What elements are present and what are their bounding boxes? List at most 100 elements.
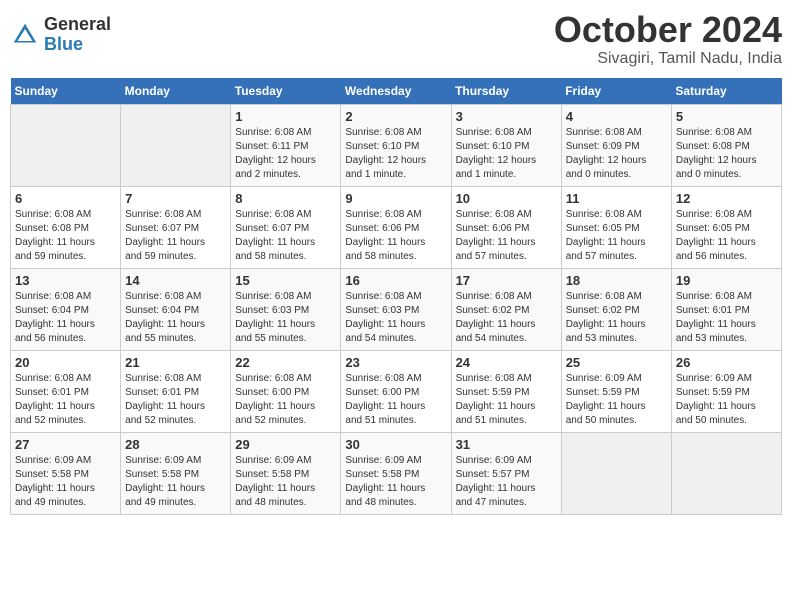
day-info: Sunrise: 6:08 AM Sunset: 6:06 PM Dayligh… (345, 208, 446, 264)
calendar-cell: 9Sunrise: 6:08 AM Sunset: 6:06 PM Daylig… (341, 186, 451, 268)
day-number: 7 (125, 191, 226, 206)
logo: General Blue (10, 15, 111, 55)
header-row: Sunday Monday Tuesday Wednesday Thursday… (11, 78, 782, 105)
day-info: Sunrise: 6:08 AM Sunset: 6:01 PM Dayligh… (125, 372, 226, 428)
day-info: Sunrise: 6:08 AM Sunset: 6:10 PM Dayligh… (345, 126, 446, 182)
calendar-cell: 25Sunrise: 6:09 AM Sunset: 5:59 PM Dayli… (561, 350, 671, 432)
calendar-week: 13 Sunrise: 6:08 AM Sunset: 6:04 PM Dayli… (11, 268, 782, 350)
location: Sivagiri, Tamil Nadu, India (554, 50, 782, 68)
header-wednesday: Wednesday (341, 78, 451, 105)
calendar-cell (11, 104, 121, 186)
day-number: 26 (676, 355, 777, 370)
day-info: Sunrise: 6:08 AM Sunset: 6:04 PM Dayligh… (125, 290, 226, 346)
calendar-cell: 26 Sunrise: 6:09 AM Sunset: 5:59 PM Dayli… (671, 350, 781, 432)
header-sunday: Sunday (11, 78, 121, 105)
calendar-week: 6 Sunrise: 6:08 AM Sunset: 6:08 PM Daylig… (11, 186, 782, 268)
day-info: Sunrise: 6:08 AM Sunset: 6:03 PM Dayligh… (345, 290, 446, 346)
calendar-header: Sunday Monday Tuesday Wednesday Thursday… (11, 78, 782, 105)
day-info: Sunrise: 6:08 AM Sunset: 6:07 PM Dayligh… (235, 208, 336, 264)
day-number: 29 (235, 437, 336, 452)
calendar-cell: 23 Sunrise: 6:08 AM Sunset: 6:00 PM Dayli… (341, 350, 451, 432)
day-info: Sunrise: 6:08 AM Sunset: 6:00 PM Dayligh… (345, 372, 446, 428)
day-info: Sunrise: 6:08 AM Sunset: 6:08 PM Dayligh… (676, 126, 777, 182)
day-info: Sunrise: 6:08 AM Sunset: 6:05 PM Dayligh… (676, 208, 777, 264)
day-number: 13 (15, 273, 116, 288)
page-header: General Blue October 2024 Sivagiri, Tami… (10, 10, 782, 68)
calendar-cell: 1Sunrise: 6:08 AM Sunset: 6:11 PM Daylig… (231, 104, 341, 186)
day-number: 28 (125, 437, 226, 452)
day-number: 30 (345, 437, 446, 452)
day-number: 2 (345, 109, 446, 124)
day-info: Sunrise: 6:09 AM Sunset: 5:58 PM Dayligh… (235, 454, 336, 510)
logo-general: General (44, 15, 111, 35)
day-info: Sunrise: 6:09 AM Sunset: 5:58 PM Dayligh… (125, 454, 226, 510)
day-number: 27 (15, 437, 116, 452)
day-number: 4 (566, 109, 667, 124)
calendar-cell: 17Sunrise: 6:08 AM Sunset: 6:02 PM Dayli… (451, 268, 561, 350)
day-info: Sunrise: 6:08 AM Sunset: 6:10 PM Dayligh… (456, 126, 557, 182)
day-number: 8 (235, 191, 336, 206)
calendar-cell: 2 Sunrise: 6:08 AM Sunset: 6:10 PM Daylig… (341, 104, 451, 186)
day-number: 17 (456, 273, 557, 288)
day-number: 16 (345, 273, 446, 288)
day-number: 18 (566, 273, 667, 288)
day-info: Sunrise: 6:08 AM Sunset: 6:11 PM Dayligh… (235, 126, 336, 182)
header-tuesday: Tuesday (231, 78, 341, 105)
calendar-cell: 28 Sunrise: 6:09 AM Sunset: 5:58 PM Dayli… (121, 432, 231, 514)
calendar-table: Sunday Monday Tuesday Wednesday Thursday… (10, 78, 782, 515)
day-info: Sunrise: 6:08 AM Sunset: 6:01 PM Dayligh… (15, 372, 116, 428)
calendar-cell (671, 432, 781, 514)
day-info: Sunrise: 6:08 AM Sunset: 6:08 PM Dayligh… (15, 208, 116, 264)
calendar-cell: 24 Sunrise: 6:08 AM Sunset: 5:59 PM Dayli… (451, 350, 561, 432)
logo-icon (10, 20, 40, 50)
day-number: 21 (125, 355, 226, 370)
calendar-cell: 30 Sunrise: 6:09 AM Sunset: 5:58 PM Dayli… (341, 432, 451, 514)
day-number: 24 (456, 355, 557, 370)
day-number: 20 (15, 355, 116, 370)
day-info: Sunrise: 6:08 AM Sunset: 6:02 PM Dayligh… (566, 290, 667, 346)
calendar-cell: 31 Sunrise: 6:09 AM Sunset: 5:57 PM Dayli… (451, 432, 561, 514)
day-info: Sunrise: 6:09 AM Sunset: 5:57 PM Dayligh… (456, 454, 557, 510)
calendar-cell (121, 104, 231, 186)
day-info: Sunrise: 6:08 AM Sunset: 6:04 PM Dayligh… (15, 290, 116, 346)
calendar-cell: 27Sunrise: 6:09 AM Sunset: 5:58 PM Dayli… (11, 432, 121, 514)
day-number: 15 (235, 273, 336, 288)
calendar-cell: 22 Sunrise: 6:08 AM Sunset: 6:00 PM Dayli… (231, 350, 341, 432)
calendar-cell: 18 Sunrise: 6:08 AM Sunset: 6:02 PM Dayli… (561, 268, 671, 350)
day-number: 31 (456, 437, 557, 452)
day-info: Sunrise: 6:08 AM Sunset: 6:01 PM Dayligh… (676, 290, 777, 346)
day-info: Sunrise: 6:09 AM Sunset: 5:59 PM Dayligh… (676, 372, 777, 428)
title-block: October 2024 Sivagiri, Tamil Nadu, India (554, 10, 782, 68)
calendar-body: 1Sunrise: 6:08 AM Sunset: 6:11 PM Daylig… (11, 104, 782, 514)
calendar-cell: 12 Sunrise: 6:08 AM Sunset: 6:05 PM Dayli… (671, 186, 781, 268)
calendar-week: 1Sunrise: 6:08 AM Sunset: 6:11 PM Daylig… (11, 104, 782, 186)
calendar-cell: 3Sunrise: 6:08 AM Sunset: 6:10 PM Daylig… (451, 104, 561, 186)
calendar-cell: 14Sunrise: 6:08 AM Sunset: 6:04 PM Dayli… (121, 268, 231, 350)
calendar-cell: 20 Sunrise: 6:08 AM Sunset: 6:01 PM Dayli… (11, 350, 121, 432)
day-info: Sunrise: 6:09 AM Sunset: 5:59 PM Dayligh… (566, 372, 667, 428)
header-friday: Friday (561, 78, 671, 105)
calendar-cell: 29 Sunrise: 6:09 AM Sunset: 5:58 PM Dayli… (231, 432, 341, 514)
header-saturday: Saturday (671, 78, 781, 105)
day-number: 19 (676, 273, 777, 288)
logo-blue: Blue (44, 35, 111, 55)
calendar-cell: 8 Sunrise: 6:08 AM Sunset: 6:07 PM Daylig… (231, 186, 341, 268)
calendar-cell: 10Sunrise: 6:08 AM Sunset: 6:06 PM Dayli… (451, 186, 561, 268)
calendar-cell: 4Sunrise: 6:08 AM Sunset: 6:09 PM Daylig… (561, 104, 671, 186)
calendar-cell: 5 Sunrise: 6:08 AM Sunset: 6:08 PM Daylig… (671, 104, 781, 186)
day-number: 11 (566, 191, 667, 206)
day-number: 6 (15, 191, 116, 206)
day-info: Sunrise: 6:08 AM Sunset: 6:00 PM Dayligh… (235, 372, 336, 428)
day-number: 22 (235, 355, 336, 370)
day-info: Sunrise: 6:08 AM Sunset: 6:06 PM Dayligh… (456, 208, 557, 264)
calendar-cell: 21 Sunrise: 6:08 AM Sunset: 6:01 PM Dayli… (121, 350, 231, 432)
day-info: Sunrise: 6:09 AM Sunset: 5:58 PM Dayligh… (345, 454, 446, 510)
day-number: 23 (345, 355, 446, 370)
calendar-cell (561, 432, 671, 514)
day-info: Sunrise: 6:08 AM Sunset: 5:59 PM Dayligh… (456, 372, 557, 428)
calendar-cell: 11Sunrise: 6:08 AM Sunset: 6:05 PM Dayli… (561, 186, 671, 268)
day-number: 5 (676, 109, 777, 124)
calendar-cell: 15Sunrise: 6:08 AM Sunset: 6:03 PM Dayli… (231, 268, 341, 350)
day-number: 12 (676, 191, 777, 206)
calendar-cell: 7Sunrise: 6:08 AM Sunset: 6:07 PM Daylig… (121, 186, 231, 268)
